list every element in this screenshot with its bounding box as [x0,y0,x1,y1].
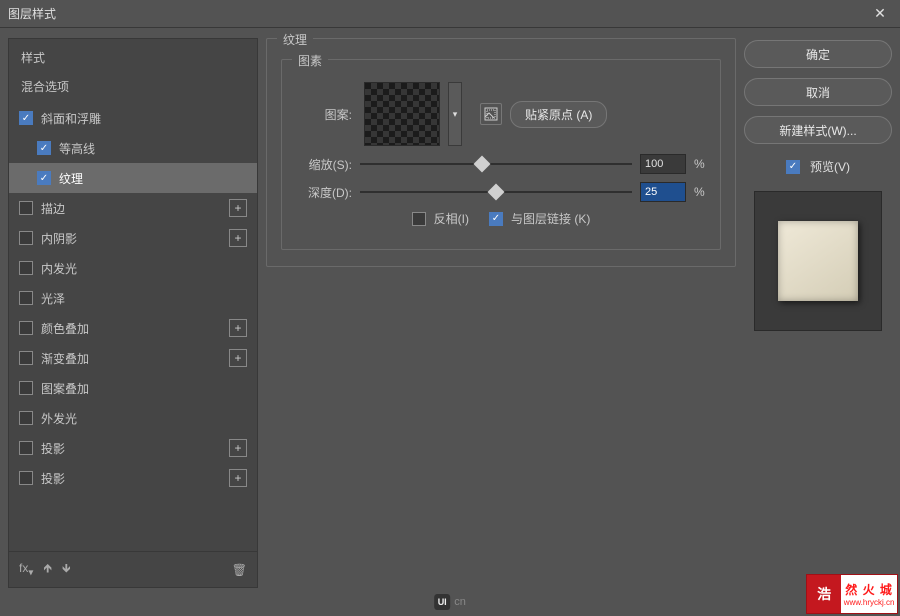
style-item-label: 斜面和浮雕 [41,110,247,127]
scale-value[interactable]: 100 [640,154,686,174]
preview-thumbnail [778,221,858,301]
scale-label: 缩放(S): [294,156,352,173]
texture-group: 纹理 图素 图案: ▾ 贴紧原点 (A) 缩放(S): [266,38,736,267]
watermark-white: 然 火 城 www.hryckj.cn [841,575,897,613]
trash-icon[interactable]: 🗑 [232,563,247,577]
options-row: 反相(I) 与图层链接 (K) [294,210,708,227]
settings-panel: 纹理 图素 图案: ▾ 贴紧原点 (A) 缩放(S): [266,38,736,588]
window-title: 图层样式 [8,5,868,22]
add-effect-icon[interactable]: + [229,439,247,457]
style-item-label: 内发光 [41,260,247,277]
style-checkbox[interactable] [37,171,51,185]
link-layer-checkbox[interactable] [489,212,503,226]
pattern-row: 图案: ▾ 贴紧原点 (A) [294,82,708,146]
pattern-label: 图案: [294,106,352,123]
main-area: 样式 混合选项 斜面和浮雕等高线纹理描边+内阴影+内发光光泽颜色叠加+渐变叠加+… [0,28,900,588]
style-item[interactable]: 颜色叠加+ [9,313,257,343]
snap-origin-icon[interactable] [480,103,502,125]
depth-row: 深度(D): 25 % [294,182,708,202]
styles-panel: 样式 混合选项 斜面和浮雕等高线纹理描边+内阴影+内发光光泽颜色叠加+渐变叠加+… [8,38,258,588]
style-checkbox[interactable] [19,201,33,215]
style-item[interactable]: 光泽 [9,283,257,313]
style-checkbox[interactable] [19,111,33,125]
arrow-up-icon[interactable]: 🡹 [43,559,52,580]
styles-header: 样式 [9,39,257,72]
action-panel: 确定 取消 新建样式(W)... 预览(V) [744,38,892,588]
style-item[interactable]: 描边+ [9,193,257,223]
style-item[interactable]: 斜面和浮雕 [9,103,257,133]
add-effect-icon[interactable]: + [229,199,247,217]
style-checkbox[interactable] [19,321,33,335]
style-item[interactable]: 投影+ [9,433,257,463]
style-checkbox[interactable] [19,351,33,365]
add-effect-icon[interactable]: + [229,319,247,337]
ok-button[interactable]: 确定 [744,40,892,68]
pattern-dropdown-icon[interactable]: ▾ [448,82,462,146]
ui-badge-icon: UI [434,594,450,610]
style-item[interactable]: 图案叠加 [9,373,257,403]
style-checkbox[interactable] [19,381,33,395]
percent-unit: % [694,157,708,171]
depth-slider[interactable] [360,184,632,200]
style-item-label: 光泽 [41,290,247,307]
style-item-label: 渐变叠加 [41,350,229,367]
footer-logo: UI cn [434,594,466,610]
elements-title: 图素 [292,52,328,69]
preview-checkbox[interactable] [786,160,800,174]
depth-label: 深度(D): [294,184,352,201]
style-checkbox[interactable] [19,471,33,485]
style-checkbox[interactable] [19,441,33,455]
style-item-label: 纹理 [59,170,247,187]
elements-group: 图素 图案: ▾ 贴紧原点 (A) 缩放(S): 100 % [281,59,721,250]
add-effect-icon[interactable]: + [229,349,247,367]
style-checkbox[interactable] [19,291,33,305]
fx-icon[interactable]: fx▾ [19,561,33,578]
invert-checkbox[interactable] [412,212,426,226]
style-item-label: 颜色叠加 [41,320,229,337]
invert-label: 反相(I) [434,210,469,227]
preview-label: 预览(V) [810,158,850,175]
style-item-label: 内阴影 [41,230,229,247]
watermark: 浩 然 火 城 www.hryckj.cn [806,574,898,614]
style-item-label: 等高线 [59,140,247,157]
style-list: 斜面和浮雕等高线纹理描边+内阴影+内发光光泽颜色叠加+渐变叠加+图案叠加外发光投… [9,103,257,551]
pattern-thumbnail[interactable] [364,82,440,146]
scale-slider[interactable] [360,156,632,172]
style-item[interactable]: 等高线 [9,133,257,163]
add-effect-icon[interactable]: + [229,229,247,247]
add-effect-icon[interactable]: + [229,469,247,487]
style-checkbox[interactable] [19,231,33,245]
style-item-label: 图案叠加 [41,380,247,397]
style-item[interactable]: 渐变叠加+ [9,343,257,373]
percent-unit: % [694,185,708,199]
arrow-down-icon[interactable]: 🡻 [62,559,71,580]
style-item[interactable]: 纹理 [9,163,257,193]
style-item-label: 投影 [41,470,229,487]
style-item-label: 投影 [41,440,229,457]
depth-value[interactable]: 25 [640,182,686,202]
preview-box [754,191,882,331]
style-item-label: 描边 [41,200,229,217]
style-item[interactable]: 内阴影+ [9,223,257,253]
texture-group-title: 纹理 [277,31,313,48]
style-item-label: 外发光 [41,410,247,427]
cancel-button[interactable]: 取消 [744,78,892,106]
style-item[interactable]: 投影+ [9,463,257,493]
style-checkbox[interactable] [37,141,51,155]
blend-options-header[interactable]: 混合选项 [9,72,257,103]
style-item[interactable]: 内发光 [9,253,257,283]
close-icon[interactable]: ✕ [868,5,892,22]
snap-origin-button[interactable]: 贴紧原点 (A) [510,101,607,128]
watermark-red: 浩 [807,575,841,613]
style-checkbox[interactable] [19,411,33,425]
style-item[interactable]: 外发光 [9,403,257,433]
link-layer-label: 与图层链接 (K) [511,210,590,227]
title-bar: 图层样式 ✕ [0,0,900,28]
styles-footer: fx▾ 🡹 🡻 🗑 [9,551,257,587]
style-checkbox[interactable] [19,261,33,275]
preview-row: 预览(V) [744,158,892,175]
new-style-button[interactable]: 新建样式(W)... [744,116,892,144]
scale-row: 缩放(S): 100 % [294,154,708,174]
